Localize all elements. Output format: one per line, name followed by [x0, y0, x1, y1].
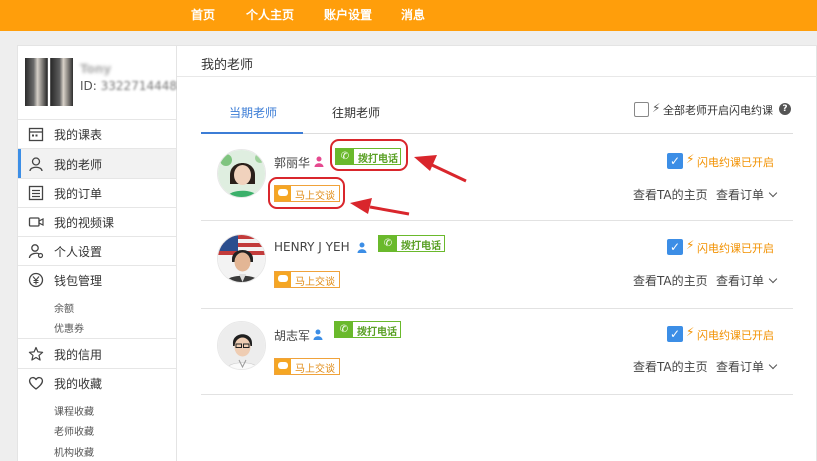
red-arrow-icon — [414, 155, 467, 183]
annotation-arrows — [350, 155, 467, 216]
red-arrow-icon — [350, 198, 410, 216]
